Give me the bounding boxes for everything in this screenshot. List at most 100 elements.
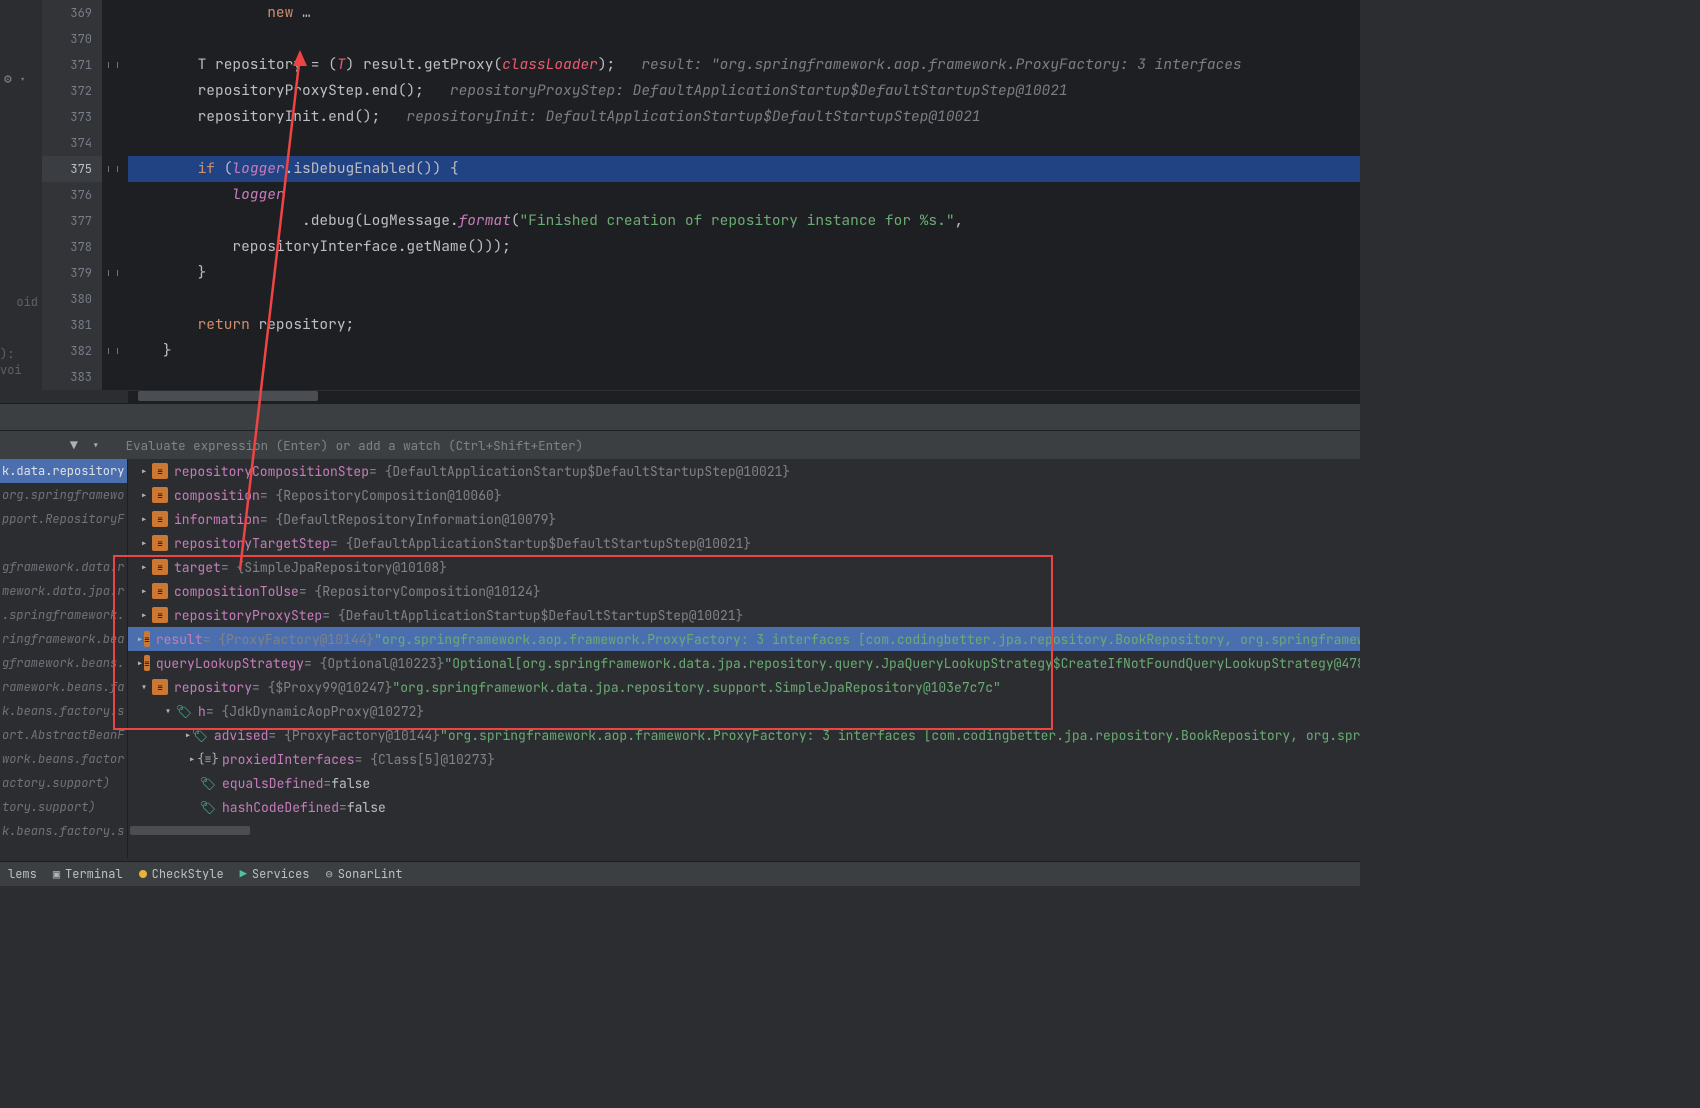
stack-frame[interactable]: k.beans.factory.s [0, 699, 127, 723]
code-line[interactable]: .debug(LogMessage.format("Finished creat… [128, 208, 1360, 234]
line-number[interactable]: 374 [42, 130, 102, 156]
expand-arrow-icon[interactable]: ▾ [136, 679, 152, 696]
line-number[interactable]: 372 [42, 78, 102, 104]
expand-arrow-icon[interactable]: ▸ [136, 559, 152, 576]
line-number[interactable]: 380 [42, 286, 102, 312]
checkstyle-tool[interactable]: CheckStyle [139, 866, 224, 882]
problems-tool[interactable]: lems [8, 866, 37, 882]
fold-strip[interactable] [102, 0, 128, 390]
code-line[interactable]: repositoryProxyStep.end(); repositoryPro… [128, 78, 1360, 104]
stack-frame[interactable]: tory.support) [0, 795, 127, 819]
stack-frame[interactable]: work.beans.factor [0, 747, 127, 771]
variable-row[interactable]: ▸≡result = {ProxyFactory@10144} "org.spr… [128, 627, 1360, 651]
stack-frame[interactable]: org.springframewo [0, 483, 127, 507]
variables-tree[interactable]: ▸≡repositoryCompositionStep = {DefaultAp… [128, 459, 1360, 859]
variables-horizontal-scrollbar[interactable] [128, 825, 1040, 836]
variable-name: repositoryTargetStep [174, 535, 330, 552]
line-number-gutter[interactable]: 3693703713723733743753763773783793803813… [42, 0, 102, 390]
variable-row[interactable]: ▸{≡}proxiedInterfaces = {Class[5]@10273} [128, 747, 1360, 771]
evaluate-expression-input[interactable]: Evaluate expression (Enter) or add a wat… [114, 437, 1360, 454]
line-number[interactable]: 371 [42, 52, 102, 78]
variable-name: repository [174, 679, 252, 696]
variable-row[interactable]: ▸≡repositoryTargetStep = {DefaultApplica… [128, 531, 1360, 555]
code-line[interactable]: new … [128, 0, 1360, 26]
code-line[interactable]: logger [128, 182, 1360, 208]
code-line[interactable]: if (logger.isDebugEnabled()) { [128, 156, 1360, 182]
line-number[interactable]: 381 [42, 312, 102, 338]
line-number[interactable]: 369 [42, 0, 102, 26]
code-line[interactable]: repositoryInterface.getName())); [128, 234, 1360, 260]
expand-arrow-icon[interactable]: ▸ [136, 463, 152, 480]
expand-arrow-icon[interactable]: ▸ [136, 535, 152, 552]
variable-row[interactable]: 🏷equalsDefined = false [128, 771, 1360, 795]
filter-icon[interactable]: ▼ [70, 437, 78, 454]
frames-list[interactable]: k.data.repositoryorg.springframewopport.… [0, 459, 128, 859]
variable-row[interactable]: 🏷hashCodeDefined = false [128, 795, 1360, 819]
object-icon: ≡ [144, 655, 150, 671]
line-number[interactable]: 383 [42, 364, 102, 390]
variable-row[interactable]: ▸🏷advised = {ProxyFactory@10144} "org.sp… [128, 723, 1360, 747]
stack-frame[interactable]: k.data.repository [0, 459, 127, 483]
stack-frame[interactable]: .springframework. [0, 603, 127, 627]
code-line[interactable] [128, 364, 1360, 390]
stack-frame[interactable]: ort.AbstractBeanF [0, 723, 127, 747]
stack-frame[interactable]: pport.RepositoryF [0, 507, 127, 531]
caret-down-icon[interactable]: ▾ [92, 437, 100, 454]
variable-row[interactable]: ▸≡repositoryProxyStep = {DefaultApplicat… [128, 603, 1360, 627]
variable-row[interactable]: ▾≡repository = {$Proxy99@10247} "org.spr… [128, 675, 1360, 699]
stack-frame[interactable]: gframework.beans. [0, 651, 127, 675]
code-line[interactable]: } [128, 260, 1360, 286]
line-number[interactable]: 373 [42, 104, 102, 130]
stack-frame[interactable]: k.beans.factory.s [0, 819, 127, 843]
object-icon: ≡ [152, 607, 168, 623]
variable-name: hashCodeDefined [222, 799, 339, 816]
code-line[interactable]: } [128, 338, 1360, 364]
hint-text: ): voi [0, 346, 38, 378]
variable-row[interactable]: ▸≡repositoryCompositionStep = {DefaultAp… [128, 459, 1360, 483]
variable-row[interactable]: ▸≡compositionToUse = {RepositoryComposit… [128, 579, 1360, 603]
gear-icon[interactable]: ⚙ ▾ [4, 70, 26, 87]
variable-type: = {RepositoryComposition@10124} [299, 583, 541, 600]
line-number[interactable]: 377 [42, 208, 102, 234]
stack-frame[interactable]: gframework.data.r [0, 555, 127, 579]
variable-row[interactable]: ▸≡queryLookupStrategy = {Optional@10223}… [128, 651, 1360, 675]
stack-frame[interactable]: ringframework.bea [0, 627, 127, 651]
variable-row[interactable]: ▸≡information = {DefaultRepositoryInform… [128, 507, 1360, 531]
stack-frame[interactable]: ramework.beans.fa [0, 675, 127, 699]
line-number[interactable]: 379 [42, 260, 102, 286]
stack-frame[interactable]: actory.support) [0, 771, 127, 795]
expand-arrow-icon[interactable]: ▸ [136, 511, 152, 528]
variable-row[interactable]: ▸≡composition = {RepositoryComposition@1… [128, 483, 1360, 507]
code-line[interactable] [128, 26, 1360, 52]
variable-name: repositoryProxyStep [174, 607, 322, 624]
expand-arrow-icon[interactable]: ▸ [136, 487, 152, 504]
variable-row[interactable]: ▾🏷h = {JdkDynamicAopProxy@10272} [128, 699, 1360, 723]
stack-frame[interactable] [0, 531, 127, 555]
expand-arrow-icon[interactable]: ▾ [160, 703, 176, 720]
line-number[interactable]: 375 [42, 156, 102, 182]
expand-arrow-icon[interactable]: ▸ [136, 655, 144, 672]
variable-name: compositionToUse [174, 583, 299, 600]
expand-arrow-icon[interactable]: ▸ [136, 583, 152, 600]
terminal-tool[interactable]: ▣Terminal [53, 866, 123, 882]
line-number[interactable]: 378 [42, 234, 102, 260]
expand-arrow-icon[interactable]: ▸ [136, 631, 144, 648]
editor-horizontal-scrollbar[interactable] [128, 391, 1360, 403]
code-line[interactable]: repositoryInit.end(); repositoryInit: De… [128, 104, 1360, 130]
line-number[interactable]: 382 [42, 338, 102, 364]
code-line[interactable]: T repository = (T) result.getProxy(class… [128, 52, 1360, 78]
sonarlint-tool[interactable]: ⊖SonarLint [325, 866, 402, 882]
stack-frame[interactable]: mework.data.jpa.r [0, 579, 127, 603]
line-number[interactable]: 370 [42, 26, 102, 52]
variable-name: target [174, 559, 221, 576]
code-line[interactable] [128, 130, 1360, 156]
code-line[interactable] [128, 286, 1360, 312]
variable-row[interactable]: ▸≡target = {SimpleJpaRepository@10108} [128, 555, 1360, 579]
code-editor[interactable]: new … T repository = (T) result.getProxy… [128, 0, 1360, 390]
expand-arrow-icon[interactable]: ▸ [136, 607, 152, 624]
services-tool[interactable]: ▶Services [240, 866, 310, 882]
line-number[interactable]: 376 [42, 182, 102, 208]
code-line[interactable]: return repository; [128, 312, 1360, 338]
object-icon: ≡ [152, 487, 168, 503]
panel-divider[interactable] [0, 403, 1360, 431]
